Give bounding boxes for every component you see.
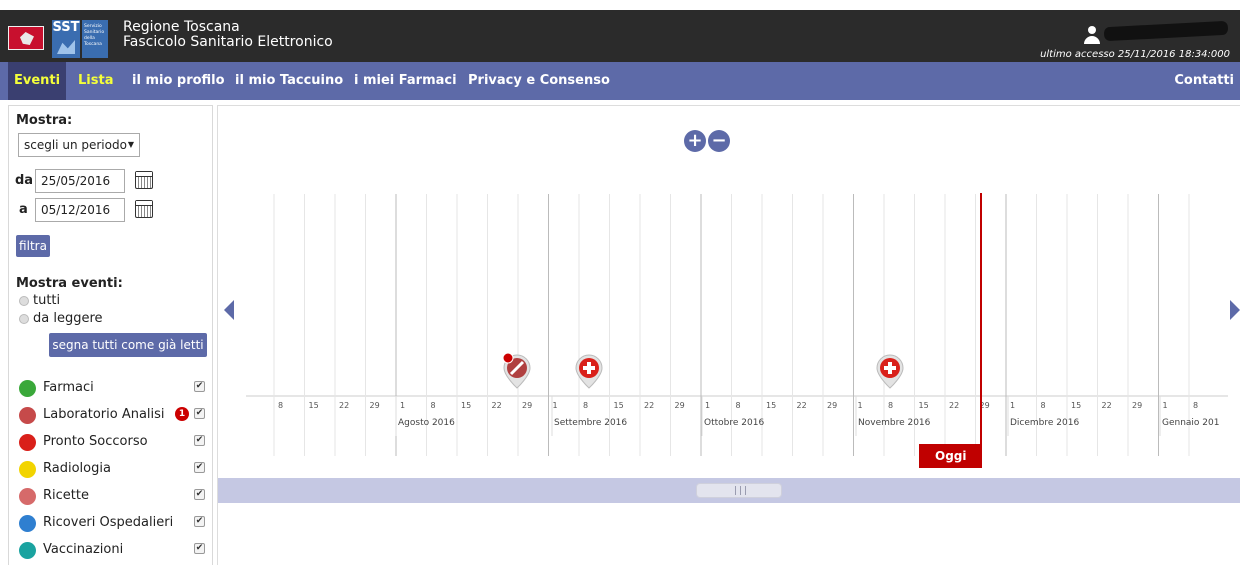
from-date-input[interactable]: 25/05/2016 xyxy=(35,169,125,193)
category-ricette[interactable]: Ricette ✔ xyxy=(19,486,215,506)
sst-logo-text: Servizio Sanitario della Toscana xyxy=(82,20,108,58)
category-farmaci[interactable]: Farmaci ✔ xyxy=(19,378,215,398)
month-label: Novembre 2016 xyxy=(858,418,931,428)
timeline-tick-label: 29 xyxy=(370,401,380,410)
today-label: Oggi xyxy=(935,449,967,463)
nav-profilo[interactable]: il mio profilo xyxy=(126,62,231,100)
mark-all-read-button[interactable]: segna tutti come già letti xyxy=(49,333,207,357)
timeline-tick-label: 22 xyxy=(797,401,807,410)
timeline-canvas[interactable]: 8 15 22 29 1 8 15 22 29 1 8 15 22 29 1 8 15 22 29 1 8 15 22 29 1… xyxy=(218,106,1240,476)
timeline-tick-label: 15 xyxy=(1071,401,1081,410)
radio-all[interactable]: tutti xyxy=(19,293,60,308)
timeline-scrollbar[interactable] xyxy=(218,478,1240,503)
timeline-tick-label: 29 xyxy=(522,401,532,410)
scrollbar-thumb[interactable] xyxy=(696,483,782,498)
prescription-icon xyxy=(19,488,36,505)
app-header: SST Servizio Sanitario della Toscana Reg… xyxy=(0,10,1240,62)
checkbox-pronto-soccorso[interactable]: ✔ xyxy=(194,435,205,446)
timeline-tick-label: 1 xyxy=(1163,401,1168,410)
timeline-tick-label: 22 xyxy=(492,401,502,410)
category-radiologia[interactable]: Radiologia ✔ xyxy=(19,459,215,479)
nav-eventi[interactable]: Eventi xyxy=(8,62,67,100)
timeline-tick-label: 1 xyxy=(1010,401,1015,410)
show-events-label: Mostra eventi: xyxy=(16,276,123,291)
regione-toscana-logo xyxy=(8,26,44,50)
top-frame xyxy=(0,0,1240,10)
nav-contatti[interactable]: Contatti xyxy=(1168,62,1240,100)
timeline-tick-label: 29 xyxy=(827,401,837,410)
to-label: a xyxy=(19,202,28,217)
lab-event-marker[interactable] xyxy=(502,352,531,389)
hospital-icon xyxy=(19,515,36,532)
timeline-tick-label: 8 xyxy=(1041,401,1046,410)
nav-farmaci[interactable]: i miei Farmaci xyxy=(348,62,463,100)
timeline-tick-label: 8 xyxy=(1193,401,1198,410)
month-label: Gennaio 201 xyxy=(1162,418,1219,428)
timeline-tick-label: 22 xyxy=(949,401,959,410)
timeline-panel: + − 8 15 22 29 1 8 15 22 29 1 8 15 22 29 1 8 15 22 29 1 8 15 2… xyxy=(217,105,1240,565)
last-access-text: ultimo accesso 25/11/2016 18:34:000 xyxy=(1040,49,1230,60)
period-select[interactable]: scegli un periodo xyxy=(18,133,140,157)
header-title: Regione Toscana xyxy=(123,19,240,35)
nav-privacy[interactable]: Privacy e Consenso xyxy=(462,62,616,100)
redacted-username xyxy=(1103,20,1229,42)
radiation-icon xyxy=(19,461,36,478)
pill-icon xyxy=(19,380,36,397)
nav-taccuino[interactable]: il mio Taccuino xyxy=(229,62,349,100)
timeline-tick-label: 8 xyxy=(431,401,436,410)
category-ricoveri[interactable]: Ricoveri Ospedalieri ✔ xyxy=(19,513,215,533)
pronto-soccorso-event-marker[interactable] xyxy=(876,354,904,389)
timeline-tick-label: 8 xyxy=(583,401,588,410)
header-subtitle: Fascicolo Sanitario Elettronico xyxy=(123,34,333,50)
main-nav: Eventi Lista il mio profilo il mio Taccu… xyxy=(0,62,1240,100)
nav-lista[interactable]: Lista xyxy=(72,62,119,100)
user-icon[interactable] xyxy=(1084,26,1100,46)
timeline-tick-label: 15 xyxy=(614,401,624,410)
category-pronto-soccorso[interactable]: Pronto Soccorso ✔ xyxy=(19,432,215,452)
show-label: Mostra: xyxy=(16,113,73,128)
checkbox-farmaci[interactable]: ✔ xyxy=(194,381,205,392)
timeline-tick-label: 8 xyxy=(278,401,283,410)
calendar-icon[interactable] xyxy=(135,200,153,218)
category-laboratorio[interactable]: Laboratorio Analisi 1 ✔ xyxy=(19,405,215,425)
month-label: Agosto 2016 xyxy=(398,418,455,428)
pronto-soccorso-event-marker[interactable] xyxy=(575,354,603,389)
timeline-tick-label: 1 xyxy=(400,401,405,410)
from-label: da xyxy=(15,173,34,188)
timeline-tick-label: 15 xyxy=(461,401,471,410)
sst-logo: SST Servizio Sanitario della Toscana xyxy=(52,20,108,58)
timeline-tick-label: 22 xyxy=(339,401,349,410)
timeline-tick-label: 15 xyxy=(919,401,929,410)
category-vaccinazioni[interactable]: Vaccinazioni ✔ xyxy=(19,540,215,560)
checkbox-ricette[interactable]: ✔ xyxy=(194,489,205,500)
month-label: Ottobre 2016 xyxy=(704,418,764,428)
checkbox-ricoveri[interactable]: ✔ xyxy=(194,516,205,527)
month-label: Settembre 2016 xyxy=(554,418,627,428)
month-label: Dicembre 2016 xyxy=(1010,418,1079,428)
timeline-tick-label: 22 xyxy=(1102,401,1112,410)
timeline-tick-label: 1 xyxy=(858,401,863,410)
timeline-tick-label: 1 xyxy=(553,401,558,410)
timeline-tick-label: 29 xyxy=(675,401,685,410)
filter-button[interactable]: filtra xyxy=(16,235,50,257)
radio-unread[interactable]: da leggere xyxy=(19,311,103,326)
sst-logo-mark: SST xyxy=(52,20,80,58)
checkbox-radiologia[interactable]: ✔ xyxy=(194,462,205,473)
timeline-tick-label: 15 xyxy=(309,401,319,410)
test-tube-icon xyxy=(19,407,36,424)
filter-sidebar: Mostra: scegli un periodo da 25/05/2016 … xyxy=(8,105,213,565)
unread-badge: 1 xyxy=(175,407,189,421)
timeline-tick-label: 15 xyxy=(766,401,776,410)
to-date-input[interactable]: 05/12/2016 xyxy=(35,198,125,222)
calendar-icon[interactable] xyxy=(135,171,153,189)
timeline-tick-label: 8 xyxy=(736,401,741,410)
syringe-icon xyxy=(19,542,36,559)
first-aid-icon xyxy=(19,434,36,451)
timeline-tick-label: 22 xyxy=(644,401,654,410)
checkbox-laboratorio[interactable]: ✔ xyxy=(194,408,205,419)
timeline-tick-label: 8 xyxy=(888,401,893,410)
timeline-tick-label: 1 xyxy=(705,401,710,410)
timeline-tick-label: 29 xyxy=(1132,401,1142,410)
checkbox-vaccinazioni[interactable]: ✔ xyxy=(194,543,205,554)
